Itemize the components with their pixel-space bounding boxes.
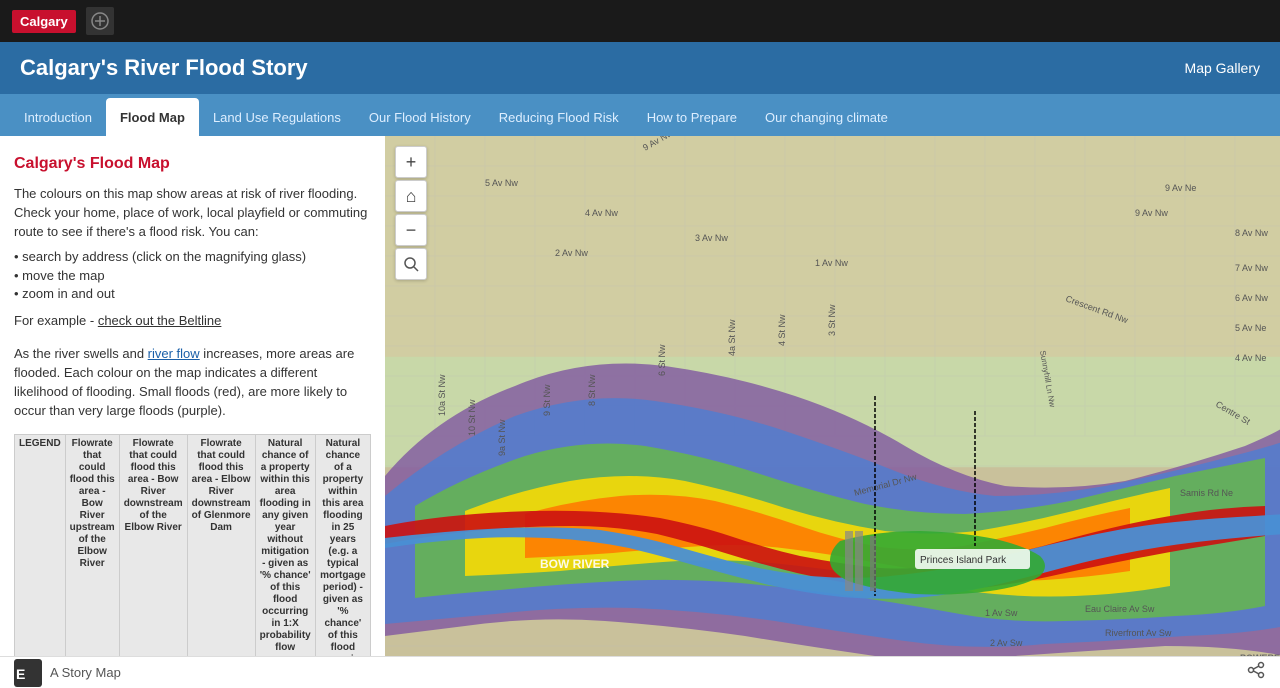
main-content: Calgary's Flood Map The colours on this … xyxy=(0,136,1280,688)
share-button[interactable] xyxy=(1246,660,1266,685)
svg-text:4 St Nw: 4 St Nw xyxy=(777,314,787,346)
tab-introduction[interactable]: Introduction xyxy=(10,98,106,136)
legend-header-4: Natural chance of a property within this… xyxy=(255,435,315,688)
bullet-3: zoom in and out xyxy=(14,285,371,304)
svg-text:8 Av Nw: 8 Av Nw xyxy=(1235,228,1268,238)
sidebar-title: Calgary's Flood Map xyxy=(14,152,371,175)
legend-header-5: Natural chance of a property within this… xyxy=(315,435,370,688)
map-svg: BOW RIVER Princes Island Park 9 Av Nw 5 … xyxy=(385,136,1280,688)
svg-text:9 Av Ne: 9 Av Ne xyxy=(1165,183,1196,193)
home-button[interactable]: ⌂ xyxy=(395,180,427,212)
tab-flood-history[interactable]: Our Flood History xyxy=(355,98,485,136)
svg-text:5 Av Ne: 5 Av Ne xyxy=(1235,323,1266,333)
svg-text:2 Av Sw: 2 Av Sw xyxy=(990,638,1023,648)
nav-tabs: Introduction Flood Map Land Use Regulati… xyxy=(0,94,1280,136)
svg-text:1 Av Sw: 1 Av Sw xyxy=(985,608,1018,618)
search-button[interactable] xyxy=(395,248,427,280)
tab-reducing-risk[interactable]: Reducing Flood Risk xyxy=(485,98,633,136)
bullet-2: move the map xyxy=(14,267,371,286)
beltline-link[interactable]: check out the Beltline xyxy=(98,313,222,328)
sidebar-example: For example - check out the Beltline xyxy=(14,312,371,331)
zoom-out-button[interactable]: − xyxy=(395,214,427,246)
svg-text:2 Av Nw: 2 Av Nw xyxy=(555,248,588,258)
svg-text:4 Av Ne: 4 Av Ne xyxy=(1235,353,1266,363)
svg-text:4 Av Nw: 4 Av Nw xyxy=(585,208,618,218)
calgary-logo: Calgary xyxy=(12,10,76,33)
esri-icon: E xyxy=(14,659,42,687)
story-map-label: A Story Map xyxy=(50,665,121,680)
svg-text:3 St Nw: 3 St Nw xyxy=(827,304,837,336)
legend-table: LEGEND Flowrate that could flood this ar… xyxy=(14,434,371,688)
map-container[interactable]: BOW RIVER Princes Island Park 9 Av Nw 5 … xyxy=(385,136,1280,688)
svg-text:6 Av Nw: 6 Av Nw xyxy=(1235,293,1268,303)
svg-text:1 Av Nw: 1 Av Nw xyxy=(815,258,848,268)
tab-how-to-prepare[interactable]: How to Prepare xyxy=(633,98,751,136)
svg-text:Samis Rd Ne: Samis Rd Ne xyxy=(1180,488,1233,498)
calgary-icon xyxy=(86,7,114,35)
svg-text:9 Av Nw: 9 Av Nw xyxy=(1135,208,1168,218)
svg-text:6 St Nw: 6 St Nw xyxy=(657,344,667,376)
svg-text:8 St Nw: 8 St Nw xyxy=(587,374,597,406)
map-gallery-link[interactable]: Map Gallery xyxy=(1185,60,1260,76)
svg-text:E: E xyxy=(16,666,25,682)
sidebar-section2: As the river swells and river flow incre… xyxy=(14,345,371,420)
tab-land-use[interactable]: Land Use Regulations xyxy=(199,98,355,136)
legend-header-1: Flowrate that could flood this area - Bo… xyxy=(65,435,119,688)
app-title: Calgary's River Flood Story xyxy=(20,55,308,81)
bullet-1: search by address (click on the magnifyi… xyxy=(14,248,371,267)
header: Calgary's River Flood Story Map Gallery xyxy=(0,42,1280,94)
bottom-bar: E A Story Map xyxy=(0,656,1280,688)
sidebar-section2-para: As the river swells and river flow incre… xyxy=(14,345,371,420)
tab-flood-map[interactable]: Flood Map xyxy=(106,98,199,136)
legend-header-0: LEGEND xyxy=(15,435,66,688)
princes-island-label: Princes Island Park xyxy=(920,555,1007,566)
legend-header-3: Flowrate that could flood this area - El… xyxy=(187,435,255,688)
svg-text:4a St Nw: 4a St Nw xyxy=(727,319,737,356)
sidebar: Calgary's Flood Map The colours on this … xyxy=(0,136,385,688)
svg-text:10a St Nw: 10a St Nw xyxy=(437,374,447,416)
svg-text:Eau Claire Av Sw: Eau Claire Av Sw xyxy=(1085,604,1155,614)
zoom-in-button[interactable]: + xyxy=(395,146,427,178)
sidebar-intro: The colours on this map show areas at ri… xyxy=(14,185,371,242)
river-flow-link[interactable]: river flow xyxy=(148,346,200,361)
svg-text:9 St Nw: 9 St Nw xyxy=(542,384,552,416)
tab-climate[interactable]: Our changing climate xyxy=(751,98,902,136)
top-bar: Calgary xyxy=(0,0,1280,42)
map-controls: + ⌂ − xyxy=(395,146,427,280)
svg-text:3 Av Nw: 3 Av Nw xyxy=(695,233,728,243)
legend-header-2: Flowrate that could flood this area - Bo… xyxy=(119,435,187,688)
svg-text:Riverfront Av Sw: Riverfront Av Sw xyxy=(1105,628,1172,638)
svg-text:7 Av Nw: 7 Av Nw xyxy=(1235,263,1268,273)
svg-text:9a St Nw: 9a St Nw xyxy=(497,419,507,456)
sidebar-bullets: search by address (click on the magnifyi… xyxy=(14,248,371,305)
sidebar-body: The colours on this map show areas at ri… xyxy=(14,185,371,688)
svg-text:5 Av Nw: 5 Av Nw xyxy=(485,178,518,188)
bow-river-label: BOW RIVER xyxy=(540,557,610,571)
svg-text:10 St Nw: 10 St Nw xyxy=(467,399,477,436)
